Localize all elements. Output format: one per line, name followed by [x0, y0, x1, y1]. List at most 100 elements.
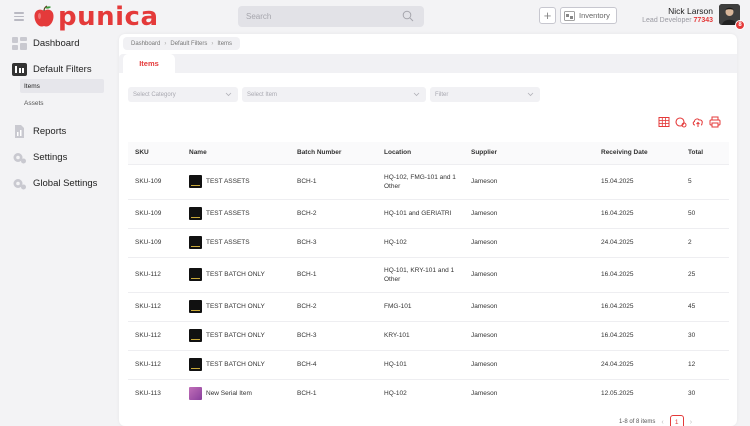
app-logo[interactable]: punica [32, 4, 159, 30]
cell-sku: SKU-112 [128, 320, 182, 350]
sidebar-item-reports[interactable]: Reports [12, 125, 66, 138]
cell-date: 16.04.2025 [594, 320, 681, 350]
cell-sku: SKU-112 [128, 349, 182, 379]
chevron-left-icon[interactable]: ‹ [661, 419, 663, 426]
column-header-total[interactable]: Total [681, 142, 729, 164]
item-select[interactable]: Select Item [242, 87, 426, 102]
dashboard-icon [12, 37, 27, 50]
column-header-name[interactable]: Name [182, 142, 290, 164]
breadcrumb-item[interactable]: Dashboard [131, 41, 160, 47]
reports-icon [15, 125, 24, 138]
sidebar-subitem-assets[interactable]: Assets [20, 96, 104, 110]
breadcrumb-separator: › [164, 40, 167, 47]
add-button[interactable]: + [539, 7, 556, 24]
cell-name: TEST ASSETS [182, 227, 290, 257]
plus-icon: + [543, 8, 552, 23]
cell-supplier: Jameson [464, 291, 594, 321]
sidebar: Dashboard Default Filters Items Assets R… [0, 34, 110, 426]
search-input[interactable] [246, 12, 396, 21]
cell-batch: BCH-4 [290, 349, 377, 379]
chevron-down-icon [225, 92, 232, 97]
user-name[interactable]: Nick Larson [668, 6, 713, 16]
cloud-upload-icon[interactable] [692, 116, 704, 128]
chevron-down-icon [413, 92, 420, 97]
cell-supplier: Jameson [464, 227, 594, 257]
cell-batch: BCH-2 [290, 198, 377, 228]
user-role: Lead Developer 77343 [642, 17, 713, 24]
sidebar-item-settings[interactable]: Settings [12, 151, 67, 164]
cell-sku: SKU-109 [128, 227, 182, 257]
table-row[interactable]: SKU-112 TEST BATCH ONLY BCH-1 HQ-101, KR… [128, 256, 729, 292]
cell-name: New Serial Item [182, 378, 290, 408]
cell-date: 24.04.2025 [594, 349, 681, 379]
cell-batch: BCH-1 [290, 378, 377, 408]
print-icon[interactable] [709, 116, 721, 128]
cell-supplier: Jameson [464, 378, 594, 408]
item-name: TEST ASSETS [206, 178, 250, 185]
item-thumbnail [189, 268, 202, 281]
breadcrumb-separator: › [211, 40, 214, 47]
page-button-current[interactable]: 1 [669, 415, 684, 426]
cell-date: 16.04.2025 [594, 198, 681, 228]
sidebar-item-default-filters[interactable]: Default Filters [12, 63, 92, 76]
notification-badge[interactable]: 8 [735, 20, 745, 30]
filter-select[interactable]: Filter [430, 87, 540, 102]
table-row[interactable]: SKU-109 TEST ASSETS BCH-2 HQ-101 and GER… [128, 198, 729, 228]
cell-date: 16.04.2025 [594, 256, 681, 292]
item-name: TEST ASSETS [206, 239, 250, 246]
cell-name: TEST BATCH ONLY [182, 256, 290, 292]
table-grid-icon[interactable] [658, 116, 670, 128]
column-header-sku[interactable]: SKU [128, 142, 182, 164]
sidebar-item-dashboard[interactable]: Dashboard [12, 37, 79, 50]
tab-items[interactable]: Items [123, 54, 175, 73]
cell-location: HQ-102 [377, 227, 464, 257]
cell-name: TEST BATCH ONLY [182, 349, 290, 379]
sidebar-item-label: Global Settings [33, 178, 98, 189]
table-row[interactable]: SKU-112 TEST BATCH ONLY BCH-4 HQ-101 Jam… [128, 349, 729, 379]
chevron-right-icon[interactable]: › [690, 419, 692, 426]
apple-logo-icon [34, 5, 54, 27]
menu-icon[interactable] [14, 12, 24, 21]
cell-batch: BCH-1 [290, 256, 377, 292]
table-row[interactable]: SKU-109 TEST ASSETS BCH-1 HQ-102, FMG-10… [128, 163, 729, 199]
cell-name: TEST BATCH ONLY [182, 320, 290, 350]
sidebar-subitem-items[interactable]: Items [20, 79, 104, 93]
column-header-supplier[interactable]: Supplier [464, 142, 594, 164]
category-select[interactable]: Select Category [128, 87, 238, 102]
table-row[interactable]: SKU-112 TEST BATCH ONLY BCH-3 KRY-101 Ja… [128, 320, 729, 350]
cell-location: FMG-101 [377, 291, 464, 321]
inventory-button[interactable]: Inventory [560, 7, 617, 24]
cell-location: HQ-101 [377, 349, 464, 379]
sidebar-item-label: Reports [33, 126, 67, 137]
sidebar-item-label: Settings [33, 152, 68, 163]
sidebar-item-global-settings[interactable]: Global Settings [12, 177, 97, 190]
column-header-location[interactable]: Location [377, 142, 464, 164]
item-thumbnail [189, 236, 202, 249]
cell-location: HQ-101 and GERIATRI [377, 198, 464, 228]
item-thumbnail [189, 358, 202, 371]
table-row[interactable]: SKU-113 New Serial Item BCH-1 HQ-102 Jam… [128, 378, 729, 408]
item-name: TEST ASSETS [206, 210, 250, 217]
cell-supplier: Jameson [464, 349, 594, 379]
breadcrumb: Dashboard › Default Filters › Items [123, 37, 241, 50]
cell-name: TEST ASSETS [182, 198, 290, 228]
breadcrumb-item[interactable]: Default Filters [170, 41, 207, 47]
table-row[interactable]: SKU-112 TEST BATCH ONLY BCH-2 FMG-101 Ja… [128, 291, 729, 321]
tab-strip [119, 54, 737, 73]
search-box[interactable] [238, 6, 424, 27]
cell-batch: BCH-2 [290, 291, 377, 321]
user-id: 77343 [693, 17, 713, 24]
filters-icon [12, 63, 27, 76]
cell-total: 25 [681, 256, 729, 292]
cell-sku: SKU-112 [128, 291, 182, 321]
cell-name: TEST ASSETS [182, 163, 290, 199]
cell-date: 16.04.2025 [594, 291, 681, 321]
search-icon[interactable] [402, 10, 414, 22]
item-thumbnail [189, 329, 202, 342]
sidebar-item-label: Dashboard [33, 38, 80, 49]
column-header-batch[interactable]: Batch Number [290, 142, 377, 164]
tag-icon[interactable] [675, 116, 687, 128]
column-header-date[interactable]: Receiving Date [594, 142, 681, 164]
table-row[interactable]: SKU-109 TEST ASSETS BCH-3 HQ-102 Jameson… [128, 227, 729, 257]
top-bar: punica + Inventory Nick Larson Lead Deve… [0, 0, 750, 34]
